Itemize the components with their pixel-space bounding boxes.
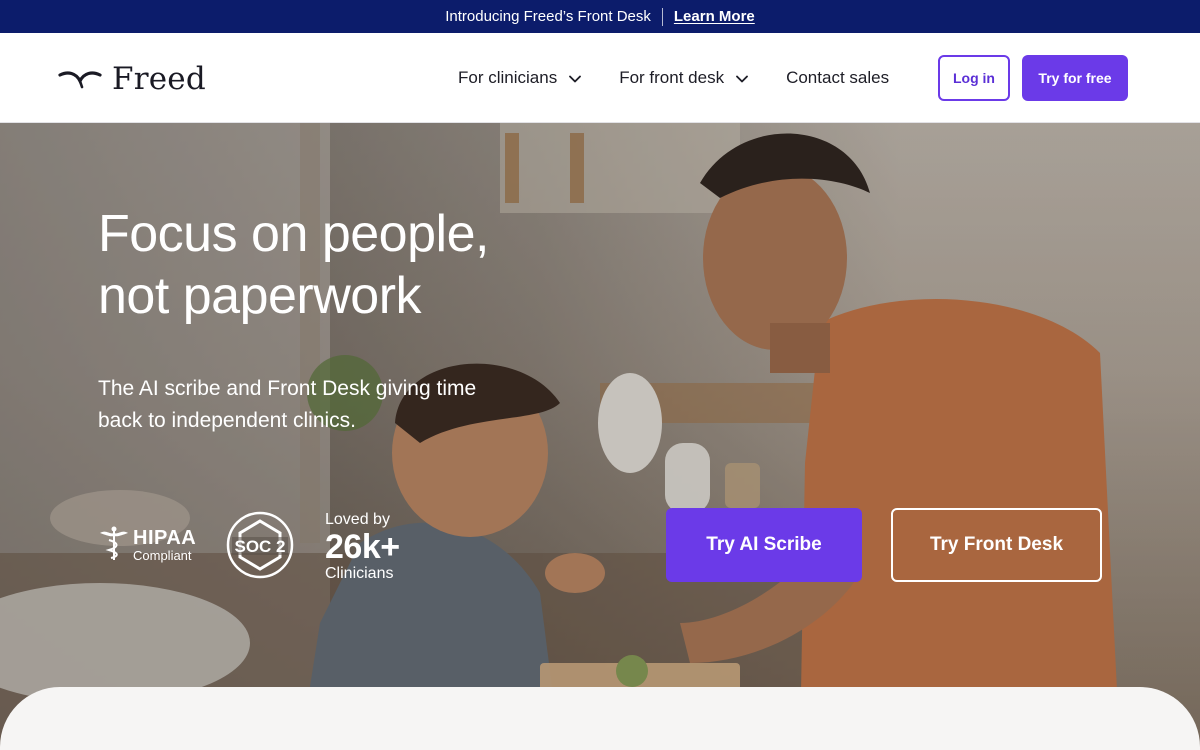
chevron-down-icon [569,68,582,88]
clinicians-label: Clinicians [325,565,394,582]
next-section-card [0,687,1200,750]
logo-wordmark: Freed [112,61,206,97]
hero-title-line1: Focus on people, [98,205,489,263]
try-for-free-button[interactable]: Try for free [1022,55,1128,101]
announcement-bar: Introducing Freed’s Front Desk Learn Mor… [0,0,1200,33]
loved-by-stat: Loved by 26k+ Clinicians [325,511,400,583]
nav-label: Contact sales [786,68,890,87]
hero-subtitle: The AI scribe and Front Desk giving time… [98,377,477,432]
hipaa-badge: HIPAA Compliant [98,525,196,566]
loved-by-label: Loved by [325,511,390,528]
hero-title-line2: not paperwork [98,267,422,325]
freed-logo[interactable]: Freed [58,61,206,97]
hero-section: Focus on people, not paperwork The AI sc… [0,123,1200,750]
login-button[interactable]: Log in [938,55,1010,101]
hipaa-compliant-label: Compliant [133,547,192,563]
soc2-badge-icon: SOC 2 [226,511,294,579]
clinician-count: 26k+ [325,528,400,566]
nav-contact-sales[interactable]: Contact sales [786,68,889,88]
caduceus-icon [98,525,130,566]
freed-logo-icon [58,67,102,91]
nav-label: For clinicians [458,68,558,87]
hipaa-label: HIPAA [133,526,197,549]
hero-title: Focus on people, not paperwork [98,203,598,327]
main-nav: For clinicians For front desk Contact sa… [458,33,889,123]
nav-label: For front desk [619,68,725,87]
nav-for-front-desk[interactable]: For front desk [619,68,748,88]
try-ai-scribe-button[interactable]: Try AI Scribe [666,508,862,582]
announcement-divider [661,7,663,26]
soc2-badge: SOC 2 [226,511,294,584]
chevron-down-icon [736,68,748,88]
nav-for-clinicians[interactable]: For clinicians [458,68,582,88]
learn-more-link[interactable]: Learn More [674,8,755,25]
site-header: Freed For clinicians For front desk Cont… [0,33,1200,123]
soc2-label: SOC 2 [234,537,285,556]
hipaa-text: HIPAA Compliant [133,528,196,564]
announcement-text: Introducing Freed’s Front Desk [445,8,651,25]
try-front-desk-button[interactable]: Try Front Desk [891,508,1102,582]
